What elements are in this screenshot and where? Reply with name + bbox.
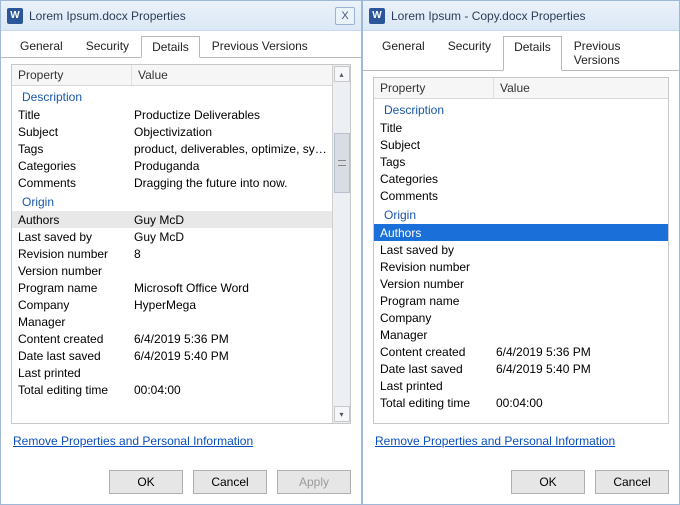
scroll-thumb[interactable] (334, 133, 350, 193)
row-version-number[interactable]: Version number (374, 275, 668, 292)
grid-header: Property Value (374, 78, 668, 99)
row-comments[interactable]: Comments (374, 187, 668, 204)
row-manager[interactable]: Manager (374, 326, 668, 343)
row-last-printed[interactable]: Last printed (12, 364, 332, 381)
row-subject[interactable]: Subject (374, 136, 668, 153)
button-bar: OK Cancel Apply (1, 464, 361, 504)
remove-properties-link[interactable]: Remove Properties and Personal Informati… (375, 434, 615, 448)
row-authors[interactable]: Authors (374, 224, 668, 241)
row-company[interactable]: Company (374, 309, 668, 326)
close-button[interactable]: X (335, 7, 355, 25)
col-property[interactable]: Property (12, 65, 132, 85)
ok-button[interactable]: OK (511, 470, 585, 494)
section-description: Description (374, 99, 668, 119)
section-origin: Origin (374, 204, 668, 224)
col-value[interactable]: Value (494, 78, 668, 98)
row-date-last-saved[interactable]: Date last saved6/4/2019 5:40 PM (12, 347, 332, 364)
window-title: Lorem Ipsum.docx Properties (29, 9, 335, 23)
row-date-last-saved[interactable]: Date last saved6/4/2019 5:40 PM (374, 360, 668, 377)
tab-details[interactable]: Details (141, 36, 200, 58)
row-manager[interactable]: Manager (12, 313, 332, 330)
cancel-button[interactable]: Cancel (193, 470, 267, 494)
tab-general[interactable]: General (371, 35, 436, 70)
window-title: Lorem Ipsum - Copy.docx Properties (391, 9, 673, 23)
tab-security[interactable]: Security (437, 35, 502, 70)
grid-header: Property Value (12, 65, 332, 86)
row-title[interactable]: TitleProductize Deliverables (12, 106, 332, 123)
row-last-printed[interactable]: Last printed (374, 377, 668, 394)
row-authors[interactable]: AuthorsGuy McD (12, 211, 332, 228)
details-content: Property Value Description TitleProducti… (1, 58, 361, 464)
titlebar[interactable]: W Lorem Ipsum.docx Properties X (1, 1, 361, 31)
row-total-editing-time[interactable]: Total editing time00:04:00 (12, 381, 332, 398)
row-company[interactable]: CompanyHyperMega (12, 296, 332, 313)
row-content-created[interactable]: Content created6/4/2019 5:36 PM (12, 330, 332, 347)
vertical-scrollbar[interactable]: ▴ ▾ (332, 65, 350, 423)
row-revision-number[interactable]: Revision number (374, 258, 668, 275)
tab-previous-versions[interactable]: Previous Versions (563, 35, 670, 70)
tab-bar: General Security Details Previous Versio… (363, 31, 679, 71)
tab-previous-versions[interactable]: Previous Versions (201, 35, 319, 57)
section-description: Description (12, 86, 332, 106)
row-program-name[interactable]: Program name (374, 292, 668, 309)
word-file-icon: W (369, 8, 385, 24)
tab-security[interactable]: Security (75, 35, 140, 57)
row-categories[interactable]: CategoriesProduganda (12, 157, 332, 174)
scroll-up-icon[interactable]: ▴ (334, 66, 350, 82)
row-tags[interactable]: Tagsproduct, deliverables, optimize, syn… (12, 140, 332, 157)
scroll-down-icon[interactable]: ▾ (334, 406, 350, 422)
row-last-saved-by[interactable]: Last saved byGuy McD (12, 228, 332, 245)
col-property[interactable]: Property (374, 78, 494, 98)
properties-grid: Property Value Description Title Subject… (373, 77, 669, 424)
word-file-icon: W (7, 8, 23, 24)
remove-properties-link[interactable]: Remove Properties and Personal Informati… (13, 434, 253, 448)
scroll-track[interactable] (334, 83, 350, 405)
row-comments[interactable]: CommentsDragging the future into now. (12, 174, 332, 191)
tab-general[interactable]: General (9, 35, 74, 57)
titlebar[interactable]: W Lorem Ipsum - Copy.docx Properties (363, 1, 679, 31)
row-tags[interactable]: Tags (374, 153, 668, 170)
apply-button[interactable]: Apply (277, 470, 351, 494)
ok-button[interactable]: OK (109, 470, 183, 494)
row-subject[interactable]: SubjectObjectivization (12, 123, 332, 140)
row-program-name[interactable]: Program nameMicrosoft Office Word (12, 279, 332, 296)
button-bar: OK Cancel (363, 464, 679, 504)
col-value[interactable]: Value (132, 65, 332, 85)
row-last-saved-by[interactable]: Last saved by (374, 241, 668, 258)
section-origin: Origin (12, 191, 332, 211)
tab-bar: General Security Details Previous Versio… (1, 31, 361, 58)
row-content-created[interactable]: Content created6/4/2019 5:36 PM (374, 343, 668, 360)
details-content: Property Value Description Title Subject… (363, 71, 679, 464)
properties-window-left: W Lorem Ipsum.docx Properties X General … (0, 0, 362, 505)
cancel-button[interactable]: Cancel (595, 470, 669, 494)
row-revision-number[interactable]: Revision number8 (12, 245, 332, 262)
row-title[interactable]: Title (374, 119, 668, 136)
tab-details[interactable]: Details (503, 36, 562, 71)
row-version-number[interactable]: Version number (12, 262, 332, 279)
row-total-editing-time[interactable]: Total editing time00:04:00 (374, 394, 668, 411)
properties-grid: Property Value Description TitleProducti… (11, 64, 351, 424)
row-categories[interactable]: Categories (374, 170, 668, 187)
properties-window-right: W Lorem Ipsum - Copy.docx Properties Gen… (362, 0, 680, 505)
